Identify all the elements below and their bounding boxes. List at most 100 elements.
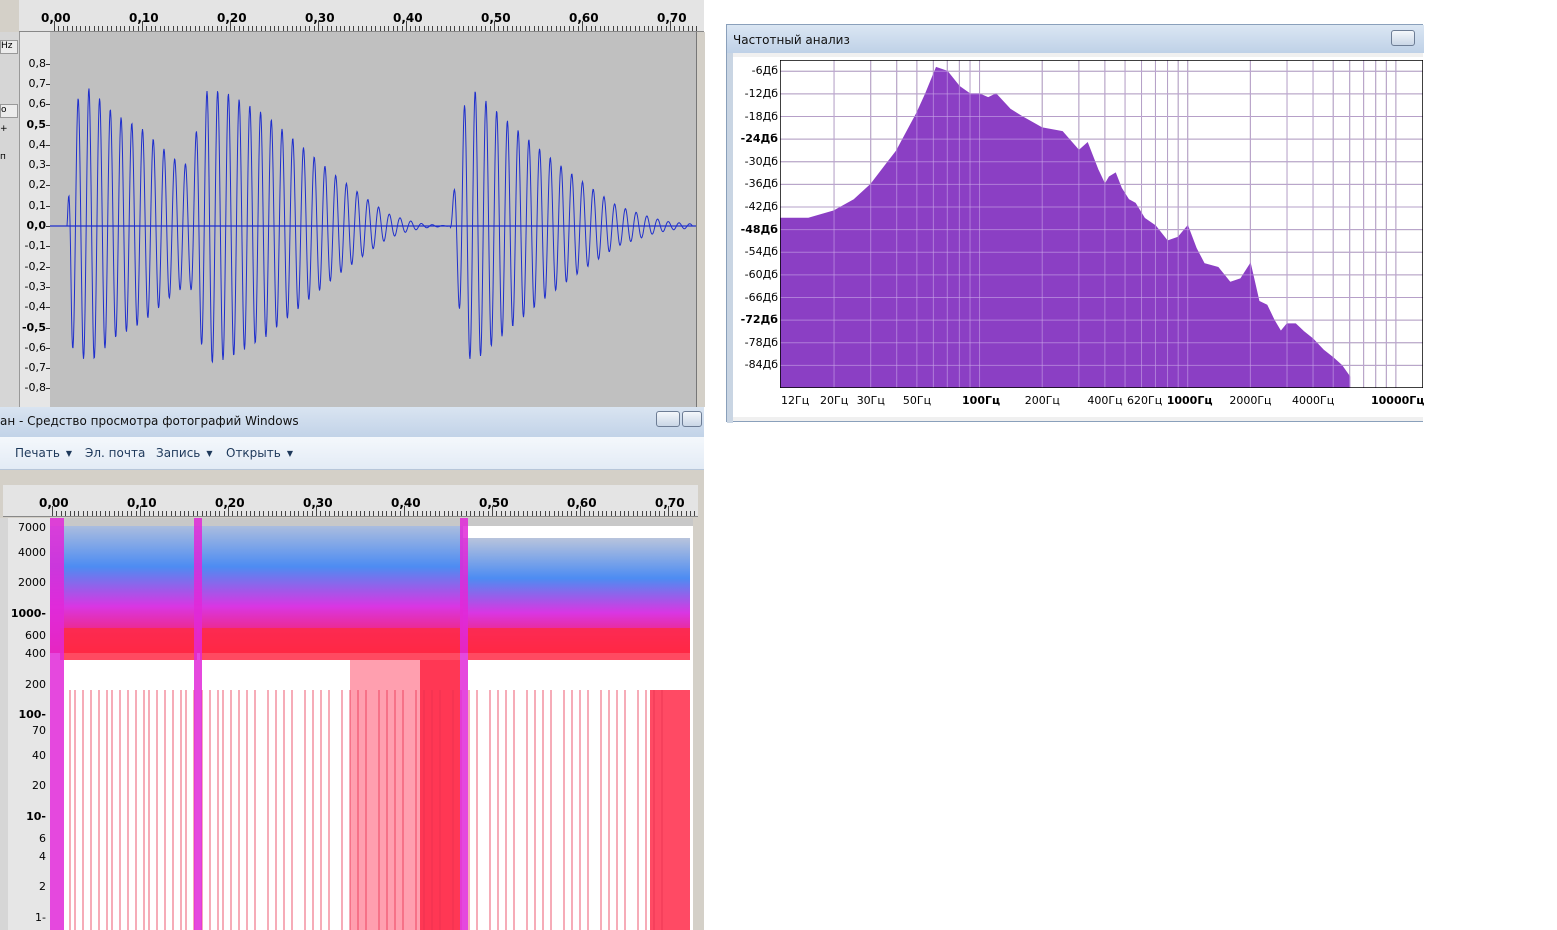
waveform-right-border bbox=[696, 32, 705, 407]
ruler-tick bbox=[194, 26, 196, 31]
ruler-tick bbox=[272, 511, 273, 516]
ruler-tick bbox=[399, 511, 401, 516]
maximize-button[interactable] bbox=[682, 411, 702, 427]
photo-viewer-titlebar[interactable]: ан - Средство просмотра фотографий Windo… bbox=[0, 407, 704, 437]
amplitude-label: 0,7 bbox=[28, 76, 47, 90]
ruler-tick bbox=[590, 26, 592, 31]
ruler-tick bbox=[419, 26, 421, 31]
ruler-tick bbox=[575, 511, 577, 516]
ruler-tick bbox=[287, 26, 289, 31]
print-menu[interactable]: Печать ▼ bbox=[15, 446, 72, 460]
ruler-label: 0,20 bbox=[215, 496, 245, 510]
amplitude-label: 0,1 bbox=[28, 198, 47, 212]
ruler-tick bbox=[522, 511, 524, 516]
gain-plus[interactable]: + bbox=[0, 124, 16, 136]
ruler-tick bbox=[199, 26, 201, 31]
ruler-tick bbox=[650, 511, 652, 516]
ruler-tick bbox=[480, 26, 482, 31]
ruler-tick bbox=[344, 26, 346, 31]
mute-toggle[interactable]: о bbox=[0, 104, 18, 118]
ruler-tick bbox=[566, 511, 568, 516]
ruler-tick bbox=[610, 511, 612, 516]
ruler-tick bbox=[346, 511, 348, 516]
spectrogram-svg[interactable] bbox=[50, 518, 693, 930]
frequency-label: 1000- bbox=[10, 606, 46, 620]
ruler-tick bbox=[467, 26, 469, 31]
minimize-button[interactable] bbox=[656, 411, 680, 427]
ruler-tick bbox=[351, 511, 353, 516]
ruler-tick bbox=[487, 511, 489, 516]
ruler-tick bbox=[542, 26, 544, 31]
ruler-tick bbox=[551, 26, 553, 31]
ruler-tick bbox=[577, 26, 579, 31]
ruler-tick bbox=[241, 511, 243, 516]
ruler-tick bbox=[278, 26, 280, 31]
ruler-tick bbox=[309, 26, 311, 31]
ruler-tick bbox=[210, 511, 212, 516]
ruler-tick bbox=[555, 26, 557, 31]
ruler-tick bbox=[564, 26, 566, 31]
ruler-tick bbox=[120, 26, 121, 31]
ruler-tick bbox=[454, 26, 456, 31]
ruler-tick bbox=[392, 26, 394, 31]
pan-control[interactable]: п bbox=[0, 152, 16, 164]
ruler-tick bbox=[672, 511, 674, 516]
ruler-tick bbox=[634, 26, 636, 31]
ruler-tick bbox=[289, 511, 291, 516]
frequency-label: 6 bbox=[39, 832, 46, 846]
ruler-tick bbox=[80, 26, 82, 31]
burn-menu[interactable]: Запись ▼ bbox=[156, 446, 213, 460]
spectrum-svg[interactable] bbox=[780, 60, 1423, 388]
ruler-tick bbox=[445, 26, 447, 31]
ruler-tick bbox=[65, 511, 67, 516]
waveform-svg[interactable] bbox=[50, 32, 696, 407]
ruler-tick bbox=[93, 26, 95, 31]
ruler-tick bbox=[617, 26, 619, 31]
ruler-tick bbox=[612, 26, 614, 31]
time-ruler-top[interactable]: 0,00 0,10 0,20 0,30 0,40 0,50 0,60 0,70 bbox=[19, 0, 704, 32]
ruler-tick bbox=[463, 26, 465, 31]
ruler-label: 0,50 bbox=[481, 11, 511, 25]
freq-analysis-titlebar[interactable]: Частотный анализ bbox=[727, 25, 1424, 53]
ruler-tick bbox=[285, 511, 287, 516]
ruler-tick bbox=[524, 26, 526, 31]
hz-label: 200Гц bbox=[1024, 394, 1060, 407]
ruler-tick bbox=[472, 26, 473, 31]
db-label: -78Дб bbox=[744, 335, 778, 349]
ruler-tick bbox=[355, 511, 357, 516]
ruler-tick bbox=[531, 511, 533, 516]
open-menu[interactable]: Открыть ▼ bbox=[226, 446, 293, 460]
ruler-tick bbox=[379, 26, 381, 31]
frequency-label: 4 bbox=[39, 849, 46, 863]
hz-label: 100Гц bbox=[962, 394, 1001, 407]
ruler-tick bbox=[335, 26, 337, 31]
ruler-tick bbox=[458, 26, 460, 31]
amplitude-label: 0,5 bbox=[26, 117, 47, 131]
email-button[interactable]: Эл. почта bbox=[85, 446, 145, 460]
ruler-tick bbox=[338, 511, 339, 516]
ruler-tick bbox=[192, 511, 194, 516]
ruler-tick bbox=[483, 511, 485, 516]
ruler-tick bbox=[384, 26, 385, 31]
db-label: -18Дб bbox=[744, 109, 778, 123]
ruler-tick bbox=[553, 511, 555, 516]
ruler-label: 0,00 bbox=[41, 11, 71, 25]
ruler-tick bbox=[329, 511, 331, 516]
ruler-tick bbox=[342, 511, 344, 516]
ruler-tick bbox=[111, 26, 113, 31]
ruler-tick bbox=[659, 511, 661, 516]
ruler-tick bbox=[562, 511, 564, 516]
ruler-tick bbox=[478, 511, 480, 516]
ruler-tick bbox=[177, 26, 179, 31]
ruler-tick bbox=[208, 26, 209, 31]
ruler-tick bbox=[432, 26, 434, 31]
amplitude-label: -0,3 bbox=[24, 279, 46, 293]
minimize-button[interactable] bbox=[1391, 30, 1415, 46]
amplitude-label: -0,1 bbox=[24, 239, 46, 253]
time-ruler-bottom[interactable]: 0,00 0,10 0,20 0,30 0,40 0,50 0,60 0,70 bbox=[3, 485, 698, 517]
ruler-tick bbox=[300, 26, 302, 31]
ruler-tick bbox=[311, 511, 313, 516]
waveform-background bbox=[50, 32, 696, 407]
hz-label: 400Гц bbox=[1087, 394, 1123, 407]
frequency-label: 20 bbox=[32, 779, 46, 793]
